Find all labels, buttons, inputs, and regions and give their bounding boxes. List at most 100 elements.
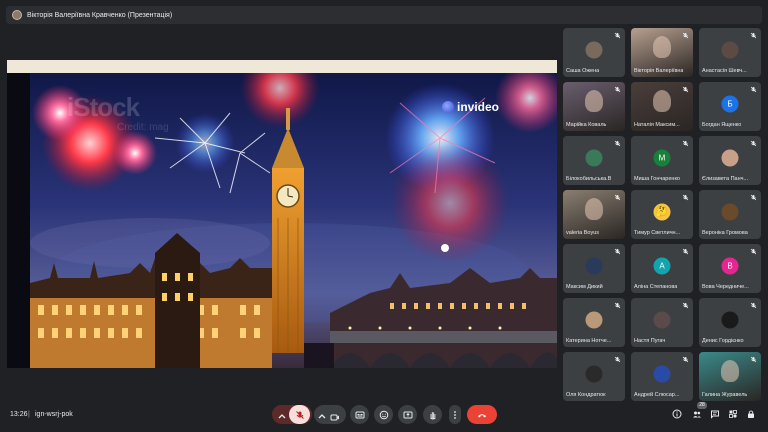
participant-name: Вова Чередниче... xyxy=(702,284,749,290)
participant-tile[interactable]: Максим Дикий xyxy=(563,244,625,293)
participant-name: Наталія Максим... xyxy=(634,122,680,128)
participant-tile[interactable]: Єлизавета Панч... xyxy=(699,136,761,185)
mic-muted-icon xyxy=(750,86,757,93)
participant-tile[interactable]: Галина Журавель xyxy=(699,352,761,401)
participant-name: Настя Пугач xyxy=(634,338,666,344)
presenter-bar: Вікторія Валеріївна Кравченко (Презентац… xyxy=(6,6,762,24)
captions-icon xyxy=(355,411,364,418)
mic-muted-icon xyxy=(750,302,757,309)
invideo-logo-text: invideo xyxy=(457,100,500,114)
participant-name: Андрей Слюсар... xyxy=(634,392,680,398)
mic-off-button[interactable] xyxy=(289,405,310,424)
captions-button[interactable] xyxy=(350,405,369,424)
participant-tile[interactable]: Андрей Слюсар... xyxy=(631,352,693,401)
participant-name: Єлизавета Панч... xyxy=(702,176,749,182)
watermark-istock: iStock xyxy=(67,92,140,122)
invideo-logo-icon xyxy=(442,101,454,113)
participant-name: Богдан Ященко xyxy=(702,122,742,128)
participant-avatar: 🤔 xyxy=(653,203,671,221)
raise-hand-button[interactable] xyxy=(423,405,442,424)
participant-name: Вероніка Громова xyxy=(702,230,748,236)
mic-muted-icon xyxy=(750,140,757,147)
people-icon xyxy=(693,411,701,418)
participant-tile[interactable]: Катерина Нотче... xyxy=(563,298,625,347)
participant-video-feed xyxy=(585,90,603,112)
participant-tile[interactable]: Наталія Максим... xyxy=(631,82,693,131)
mic-muted-icon xyxy=(614,194,621,201)
participant-name: Катерина Нотче... xyxy=(566,338,612,344)
mic-muted-icon xyxy=(614,32,621,39)
present-button[interactable] xyxy=(398,405,417,424)
participant-name: Вікторія Валеріївна xyxy=(634,68,684,74)
mic-muted-icon xyxy=(682,194,689,201)
camera-icon xyxy=(330,414,339,421)
mic-options-chevron-up-icon[interactable] xyxy=(277,409,287,427)
participant-name: Саша Ожена xyxy=(566,68,600,74)
participant-tile[interactable]: М Миша Гончаренко xyxy=(631,136,693,185)
mic-muted-icon xyxy=(682,356,689,363)
raise-hand-icon xyxy=(430,411,435,419)
participant-avatar xyxy=(721,149,739,167)
mic-off-icon xyxy=(295,410,304,419)
chat-button[interactable] xyxy=(708,406,722,422)
end-call-button[interactable] xyxy=(467,405,497,424)
participant-video-feed xyxy=(653,36,671,58)
activities-icon xyxy=(729,410,737,418)
host-controls-button[interactable] xyxy=(744,406,758,422)
participant-tile[interactable]: Денис Гордієнко xyxy=(699,298,761,347)
participant-tile[interactable]: А Аліна Степанова xyxy=(631,244,693,293)
participant-tile[interactable]: Білокобильська.В xyxy=(563,136,625,185)
participant-tile[interactable]: valeria Boyus xyxy=(563,190,625,239)
participant-name: Оля Кондратюк xyxy=(566,392,606,398)
participant-avatar: Б xyxy=(721,95,739,113)
people-button[interactable] xyxy=(690,406,704,422)
mic-muted-icon xyxy=(614,302,621,309)
participant-tile[interactable]: В Вова Чередниче... xyxy=(699,244,761,293)
watermark-credit: Credit: mag xyxy=(117,122,169,133)
camera-button[interactable] xyxy=(330,409,340,427)
meeting-separator: | xyxy=(28,411,30,418)
participant-tile[interactable]: Марійка Коваль xyxy=(563,82,625,131)
mic-muted-icon xyxy=(682,302,689,309)
mic-muted-icon xyxy=(682,32,689,39)
meeting-time: 13:26 xyxy=(10,411,28,418)
emoji-button[interactable] xyxy=(374,405,393,424)
participant-tile[interactable]: Анастасія Шевч... xyxy=(699,28,761,77)
camera-options-chevron-up-icon[interactable] xyxy=(317,409,327,427)
participant-tile[interactable]: Оля Кондратюк xyxy=(563,352,625,401)
participant-name: Максим Дикий xyxy=(566,284,603,290)
mic-muted-icon xyxy=(614,248,621,255)
meeting-info-button[interactable] xyxy=(670,406,684,422)
participant-avatar: М xyxy=(653,149,671,167)
participant-tile[interactable]: Саша Ожена xyxy=(563,28,625,77)
participant-tile[interactable]: Вероніка Громова xyxy=(699,190,761,239)
participant-avatar xyxy=(653,311,671,329)
participant-name: valeria Boyus xyxy=(566,230,600,236)
mic-muted-icon xyxy=(682,248,689,255)
participant-tile[interactable]: Вікторія Валеріївна xyxy=(631,28,693,77)
participant-avatar xyxy=(585,257,603,275)
participant-name: Тимур Светличн... xyxy=(634,230,681,236)
mic-muted-icon xyxy=(614,140,621,147)
participant-tile[interactable]: 🤔 Тимур Светличн... xyxy=(631,190,693,239)
end-call-icon xyxy=(478,413,486,417)
presenter-avatar xyxy=(12,10,22,20)
mic-muted-icon xyxy=(682,140,689,147)
participant-avatar: В xyxy=(721,257,739,275)
meet-window: Вікторія Валеріївна Кравченко (Презентац… xyxy=(0,0,768,432)
info-icon xyxy=(672,409,682,419)
participant-tile[interactable]: Настя Пугач xyxy=(631,298,693,347)
presentation-stage: iStock Credit: mag invideo xyxy=(7,60,557,368)
more-options-button[interactable] xyxy=(449,405,461,424)
participant-tile[interactable]: Б Богдан Ященко xyxy=(699,82,761,131)
participant-video-feed xyxy=(653,90,671,112)
slide-left-border xyxy=(7,73,30,368)
participant-name: Анастасія Шевч... xyxy=(702,68,747,74)
participant-avatar xyxy=(653,365,671,383)
mic-muted-icon xyxy=(750,194,757,201)
activities-button[interactable] xyxy=(726,406,740,422)
camera-control-group xyxy=(314,405,346,424)
participant-avatar: А xyxy=(653,257,671,275)
participant-avatar xyxy=(585,311,603,329)
meeting-code: ign-wsrj-pok xyxy=(35,411,73,418)
